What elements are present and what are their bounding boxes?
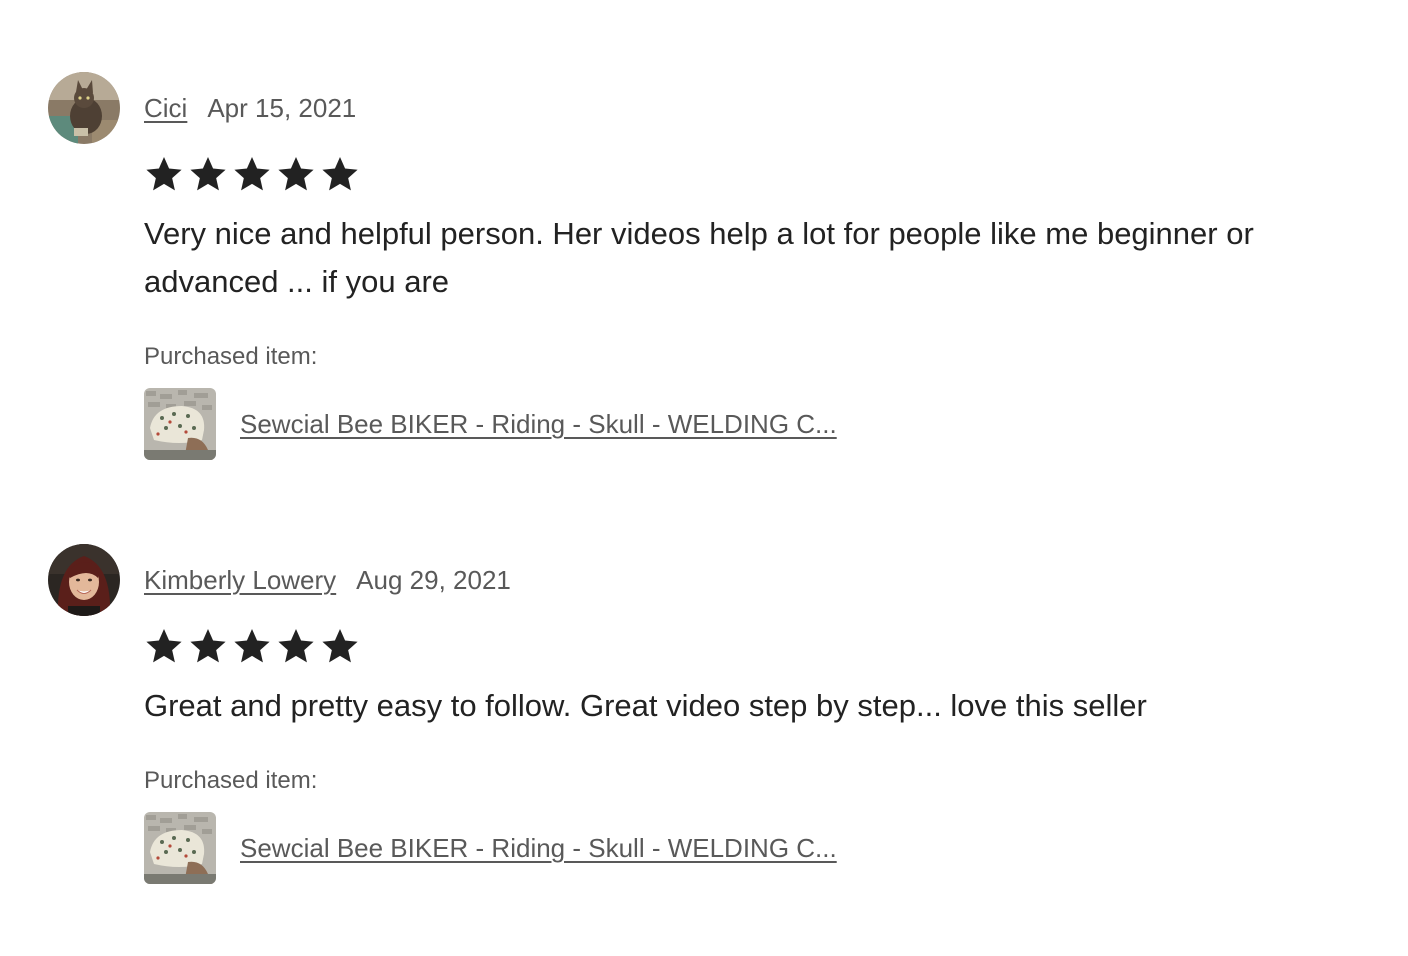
review-text: Great and pretty easy to follow. Great v… xyxy=(144,688,1147,723)
purchased-item-link[interactable]: Sewcial Bee BIKER - Riding - Skull - WEL… xyxy=(144,812,837,884)
item-thumbnail[interactable] xyxy=(144,388,216,460)
reviewer-name[interactable]: Cici xyxy=(144,93,187,124)
star-icon xyxy=(232,154,272,194)
star-icon xyxy=(232,626,272,666)
purchased-item-label: Purchased item: xyxy=(144,767,318,794)
star-icon xyxy=(276,154,316,194)
reviewer-avatar[interactable] xyxy=(48,544,120,616)
item-title-link[interactable]: Sewcial Bee BIKER - Riding - Skull - WEL… xyxy=(240,833,837,864)
star-icon xyxy=(188,154,228,194)
star-icon xyxy=(320,154,360,194)
review-text: Very nice and helpful person. Her videos… xyxy=(144,216,1254,299)
reviewer-name[interactable]: Kimberly Lowery xyxy=(144,565,336,596)
star-icon xyxy=(188,626,228,666)
star-icon xyxy=(276,626,316,666)
star-rating xyxy=(144,626,360,666)
fabric-cap-thumbnail-icon xyxy=(144,388,216,460)
review-date: Aug 29, 2021 xyxy=(356,564,511,595)
purchased-item-link[interactable]: Sewcial Bee BIKER - Riding - Skull - WEL… xyxy=(144,388,837,460)
star-rating xyxy=(144,154,360,194)
review-date: Apr 15, 2021 xyxy=(207,92,357,123)
star-icon xyxy=(144,154,184,194)
reviewer-avatar[interactable] xyxy=(48,72,120,144)
item-thumbnail[interactable] xyxy=(144,812,216,884)
star-icon xyxy=(320,626,360,666)
star-icon xyxy=(144,626,184,666)
fabric-cap-thumbnail-icon xyxy=(144,812,216,884)
purchased-item-label: Purchased item: xyxy=(144,343,318,370)
cat-photo-avatar-icon xyxy=(48,72,120,144)
item-title-link[interactable]: Sewcial Bee BIKER - Riding - Skull - WEL… xyxy=(240,409,837,440)
woman-photo-avatar-icon xyxy=(48,544,120,616)
